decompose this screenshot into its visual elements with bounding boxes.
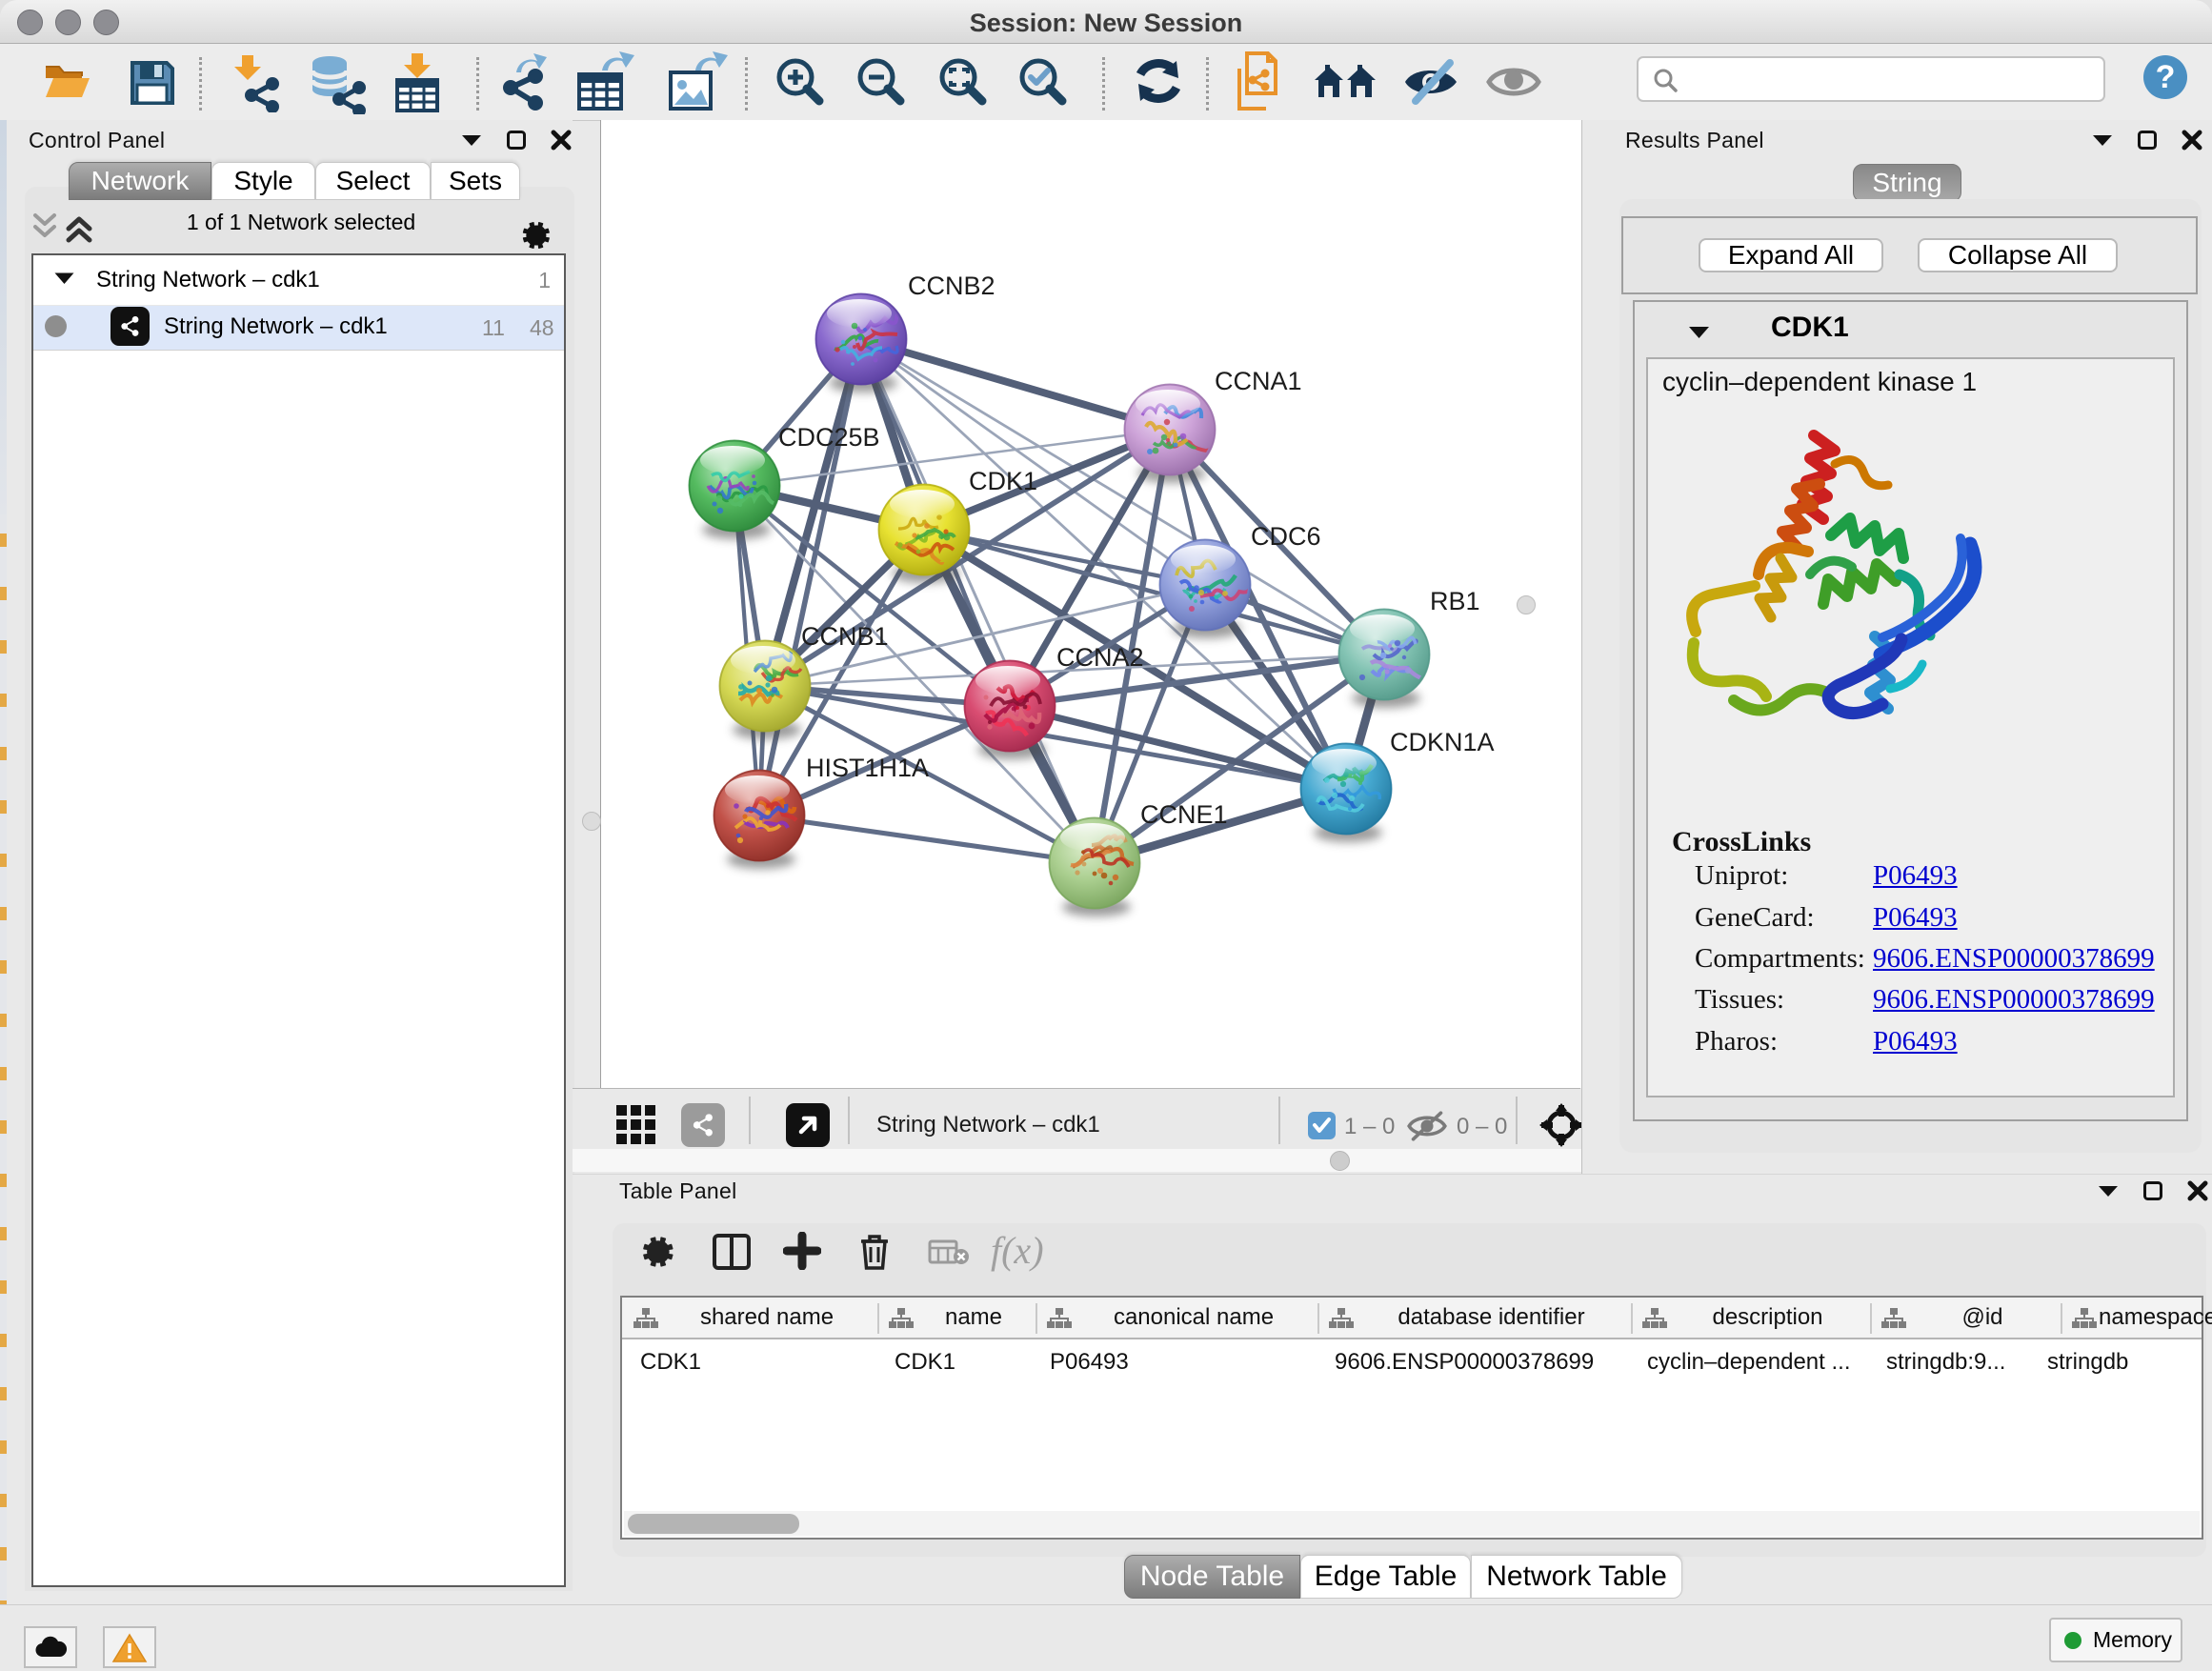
svg-text:CCNB2: CCNB2 <box>908 272 995 300</box>
svg-text:CCNE1: CCNE1 <box>1140 800 1228 829</box>
svg-text:CDC25B: CDC25B <box>778 423 880 452</box>
svg-text:CDKN1A: CDKN1A <box>1390 728 1495 756</box>
svg-text:CDK1: CDK1 <box>969 467 1037 495</box>
svg-text:CDC6: CDC6 <box>1251 522 1321 551</box>
svg-text:CCNA1: CCNA1 <box>1215 367 1302 395</box>
svg-text:RB1: RB1 <box>1430 587 1480 615</box>
svg-text:CCNB1: CCNB1 <box>801 622 889 651</box>
svg-text:CCNA2: CCNA2 <box>1056 643 1144 672</box>
svg-text:HIST1H1A: HIST1H1A <box>806 754 929 782</box>
